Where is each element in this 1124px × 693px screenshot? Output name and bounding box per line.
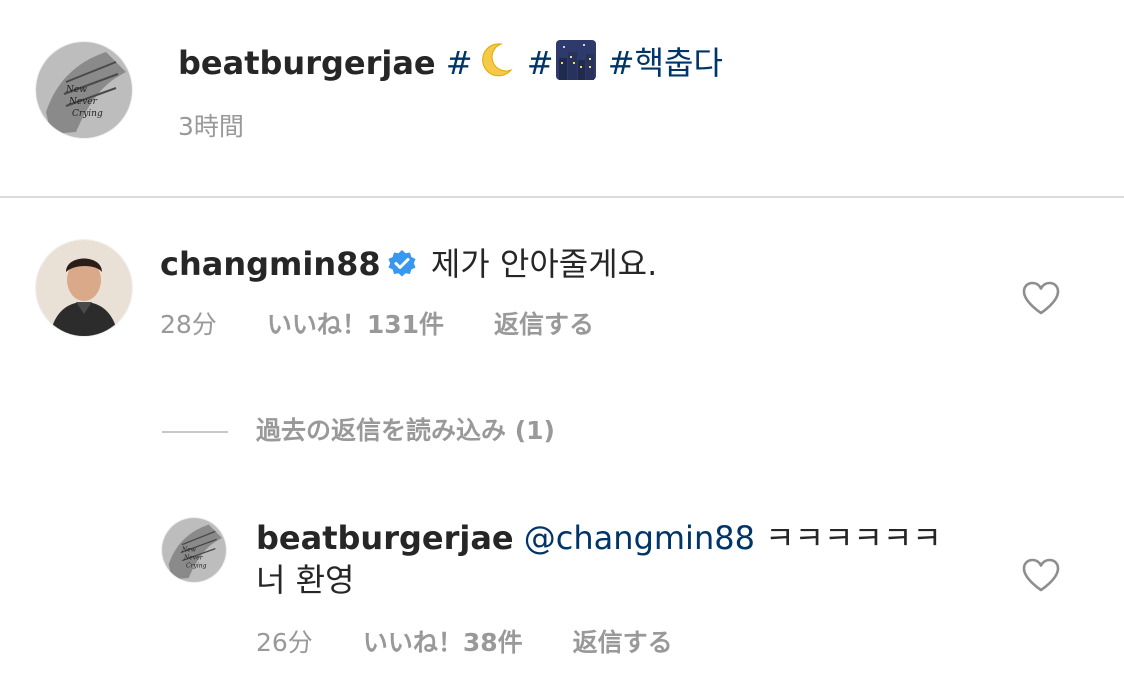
- svg-text:New: New: [181, 546, 197, 553]
- hashtag-moon[interactable]: #: [445, 43, 517, 82]
- replies-divider-line: [162, 431, 228, 433]
- post-author-avatar[interactable]: New Never Crying: [36, 42, 132, 138]
- svg-text:Crying: Crying: [186, 562, 207, 569]
- avatar-image: New Never Crying: [36, 42, 132, 138]
- comment-body: changmin88 제가 안아줄게요.: [160, 242, 657, 290]
- hashtag-symbol: #: [445, 44, 473, 82]
- reply-time: 26分: [256, 628, 313, 657]
- reply-body: beatburgerjae @changmin88 ㅋㅋㅋㅋㅋㅋ: [256, 516, 942, 560]
- reply-body-line2: 너 환영: [256, 558, 355, 602]
- reply-text-line1: ㅋㅋㅋㅋㅋㅋ: [765, 519, 942, 557]
- post-timestamp: 3時間: [178, 110, 244, 144]
- comment-author-avatar[interactable]: [36, 240, 132, 336]
- svg-text:Never: Never: [183, 554, 204, 561]
- verified-badge-icon: [387, 246, 417, 290]
- divider: [0, 196, 1124, 198]
- crescent-moon-icon: [475, 40, 515, 92]
- comment-likes-button[interactable]: いいね！131件: [267, 310, 444, 339]
- post-time: 3時間: [178, 112, 244, 141]
- comment-like-heart-icon[interactable]: [1022, 281, 1060, 315]
- reply-meta: 26分 いいね！38件 返信する: [256, 626, 673, 660]
- hashtag-freezing[interactable]: #핵춥다: [608, 44, 723, 82]
- night-city-icon: [555, 40, 596, 92]
- comment-author-username[interactable]: changmin88: [160, 245, 381, 283]
- reply-likes-button[interactable]: いいね！38件: [363, 628, 523, 657]
- reply-author-username[interactable]: beatburgerjae: [256, 519, 514, 557]
- reply-like-heart-icon[interactable]: [1022, 558, 1060, 592]
- hashtag-night-city[interactable]: #: [526, 40, 598, 82]
- reply-mention-link[interactable]: @changmin88: [524, 519, 755, 557]
- avatar-image: New Never Crying: [162, 518, 226, 582]
- hashtag-symbol: #: [526, 44, 554, 82]
- svg-text:New: New: [65, 85, 87, 95]
- comment-time: 28分: [160, 310, 217, 339]
- view-previous-replies-button[interactable]: 過去の返信を読み込み (1): [162, 412, 555, 450]
- post-author-username[interactable]: beatburgerjae: [178, 44, 436, 82]
- post-caption: beatburgerjae # # #핵춥다: [178, 40, 723, 92]
- reply-reply-button[interactable]: 返信する: [573, 628, 673, 657]
- svg-text:Crying: Crying: [72, 109, 103, 119]
- view-previous-replies-label: 過去の返信を読み込み (1): [256, 416, 555, 445]
- reply-author-avatar[interactable]: New Never Crying: [162, 518, 226, 582]
- avatar-image: [36, 240, 132, 336]
- comment-reply-button[interactable]: 返信する: [494, 310, 594, 339]
- comment-text: 제가 안아줄게요.: [430, 245, 658, 283]
- svg-text:Never: Never: [68, 97, 98, 107]
- comment-meta: 28分 いいね！131件 返信する: [160, 308, 594, 342]
- reply-text-line2: 너 환영: [256, 561, 355, 599]
